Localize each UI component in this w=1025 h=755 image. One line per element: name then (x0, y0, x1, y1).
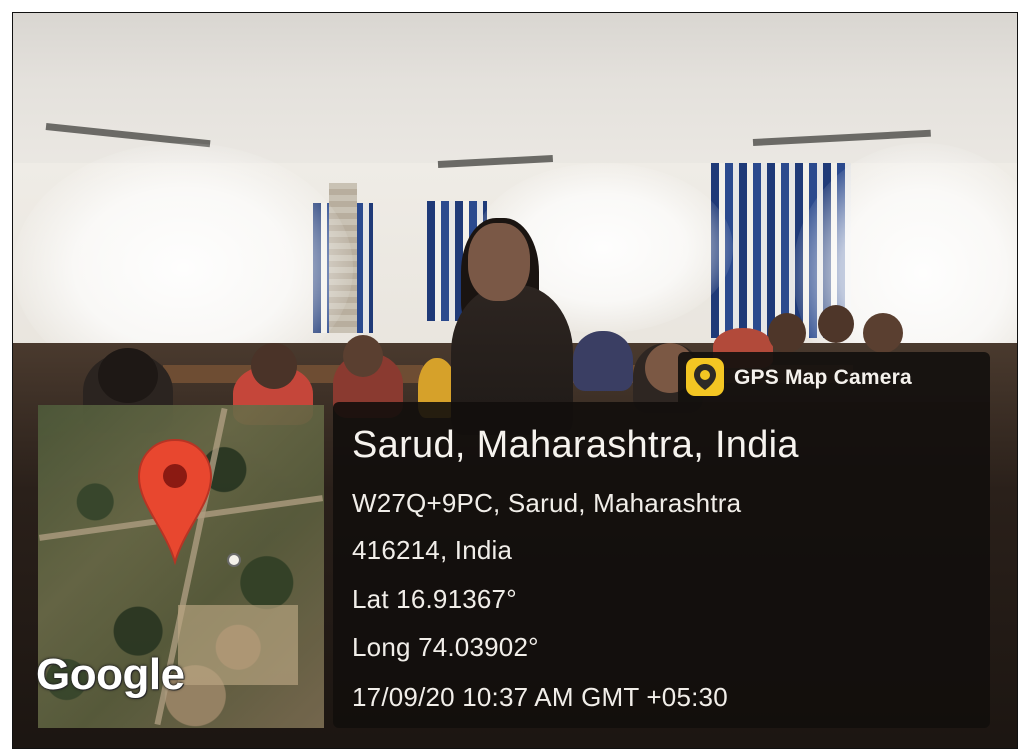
map-road (178, 605, 298, 685)
datetime-stamp: 17/09/20 10:37 AM GMT +05:30 (352, 682, 728, 712)
student-head (768, 313, 806, 353)
map-location-dot (227, 553, 241, 567)
address-line-2: 416214, India (352, 535, 513, 565)
address-line-1: W27Q+9PC, Sarud, Maharashtra (352, 488, 742, 518)
gps-map-camera-icon (686, 358, 724, 396)
longitude: Long 74.03902° (352, 632, 539, 662)
seated-student (573, 331, 633, 391)
brand-label: GPS Map Camera (734, 366, 912, 389)
student-head (98, 348, 158, 403)
place-title: Sarud, Maharashtra, India (352, 424, 799, 466)
student-head (343, 335, 383, 377)
student-head (818, 305, 854, 343)
student-head (251, 343, 297, 389)
student-head (863, 313, 903, 353)
map-pin-icon (137, 438, 213, 566)
gps-map-camera-badge: GPS Map Camera (678, 352, 990, 402)
latitude: Lat 16.91367° (352, 584, 517, 614)
google-logo: Google (36, 650, 185, 699)
standing-student-face (468, 223, 530, 301)
